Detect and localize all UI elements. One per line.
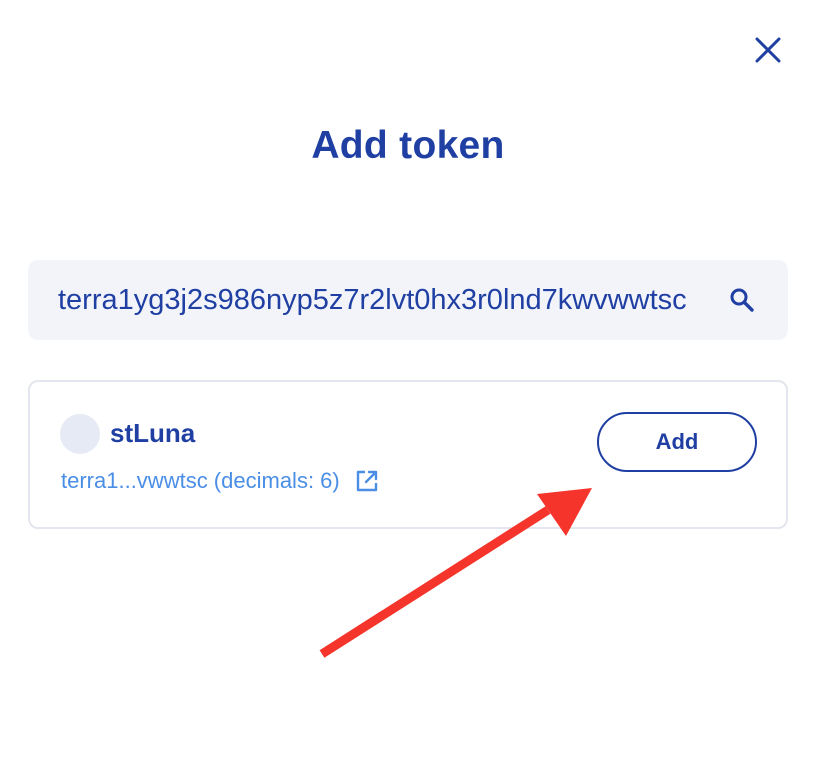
- close-icon: [755, 37, 781, 63]
- token-name: stLuna: [110, 418, 196, 448]
- search-box: [28, 260, 788, 340]
- token-address-row: terra1...vwwtsc (decimals: 6): [61, 468, 380, 494]
- token-address: terra1...vwwtsc (decimals: 6): [61, 468, 340, 493]
- add-token-button[interactable]: Add: [597, 412, 757, 472]
- search-input[interactable]: [58, 260, 726, 340]
- token-result-card: stLuna terra1...vwwtsc (decimals: 6) Add: [28, 380, 788, 529]
- modal-title: Add token: [311, 124, 505, 167]
- external-link-icon[interactable]: [354, 468, 380, 494]
- close-button[interactable]: [748, 30, 788, 70]
- search-icon[interactable]: [728, 286, 756, 314]
- token-avatar: [60, 414, 100, 454]
